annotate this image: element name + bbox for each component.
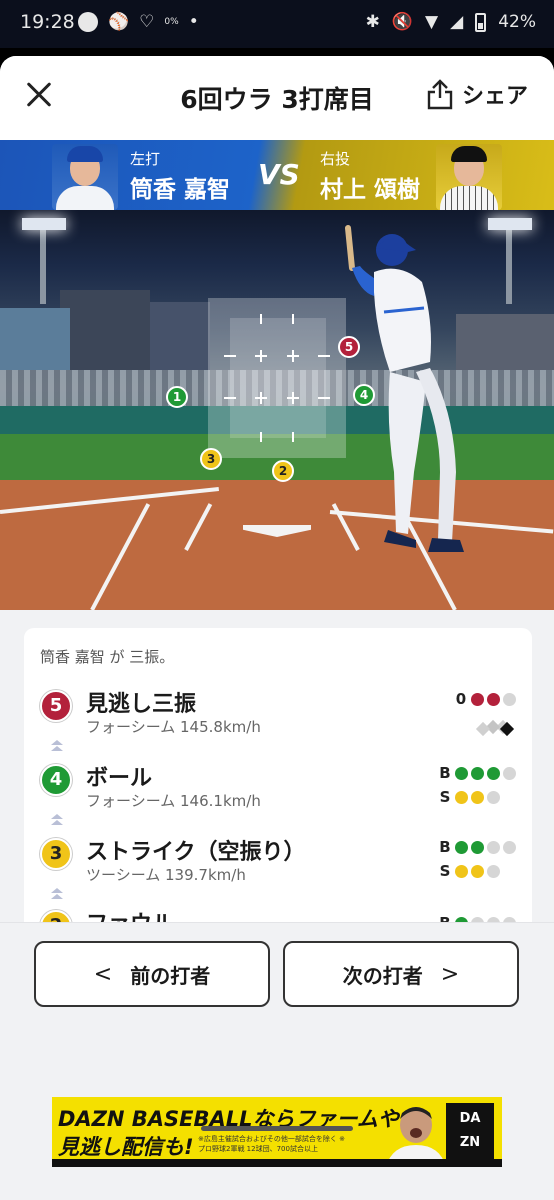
header: 6回ウラ 3打席目 シェア [0,56,554,140]
pitch-result: ストライク（空振り） [86,840,306,865]
batter-figure [345,225,464,552]
ad-person-image [386,1107,446,1167]
pitch-row-5: 5 見逃し三振 フォーシーム 145.8km/h 0 [24,684,532,760]
dazn-logo-top: DA [459,1111,481,1126]
status-time: 19:28 [20,11,75,33]
ad-banner[interactable]: DAZN BASEBALLならファームや 見逃し配信も! ※広島主催試合およびそ… [52,1097,502,1167]
outs-label: 0 [455,690,467,708]
status-bar: 19:28 ⚾ ♡ 0% • ✱ 🔇 ▼ ◢ 42% [0,0,554,48]
pitch-number-badge: 3 [40,838,72,870]
pitch-row-4: 4 ボール フォーシーム 146.1km/h B S [24,758,532,834]
ball-dot [455,766,468,780]
chevron-up-icon [51,740,63,752]
share-icon[interactable] [426,78,454,110]
base-diamond-icon [475,719,516,737]
strike-dot [487,864,500,878]
pitch-marker-4[interactable]: 4 [353,384,375,406]
strike-zone-inner [230,318,326,438]
pitcher-hand: 右投 [320,150,351,168]
wifi-icon: ▼ [425,12,439,32]
vs-label: VS [258,158,300,191]
strike-count: S [438,862,500,880]
strike-label: S [439,862,451,880]
pitch-marker-3[interactable]: 3 [200,448,222,470]
pitch-detail: フォーシーム 146.1km/h [86,792,261,810]
ball-dot [503,840,516,854]
chevron-up-icon [51,814,63,826]
strike-dot [487,790,500,804]
ball-dot [455,840,468,854]
pitch-location-field: 5 1 4 3 2 [0,210,554,610]
ad-fine-print: ※広島主催試合およびその他一部試合を除く ※プロ野球2軍戦 12球団、700試合… [198,1135,345,1153]
ball-label: B [439,838,451,856]
ball-dot [487,766,500,780]
ball-label: B [439,764,451,782]
out-dot [471,692,484,706]
home-indicator[interactable] [201,1126,353,1131]
ball-dot [471,840,484,854]
strike-label: S [439,788,451,806]
next-batter-button[interactable]: 次の打者 > [283,941,519,1007]
at-bat-sheet: 6回ウラ 3打席目 シェア 左打 筒香 嘉智 VS 右投 村上 頌樹 5 1 4… [0,56,554,1200]
mute-icon: 🔇 [391,12,414,32]
dazn-logo-bottom: ZN [459,1135,481,1150]
pitcher-name: 村上 頌樹 [320,177,421,203]
ball-count: B [438,764,516,782]
pitch-detail: ツーシーム 139.7km/h [86,866,246,884]
share-label[interactable]: シェア [462,78,528,110]
previous-batter-label[interactable]: 前の打者 [130,960,210,989]
outs-count: 0 [454,690,516,708]
pitch-result: ボール [86,766,153,791]
strike-dot [471,790,484,804]
share-button[interactable]: シェア [426,78,528,110]
pitch-marker-5[interactable]: 5 [338,336,360,358]
more-dot-icon: • [188,12,199,32]
strike-dot [471,864,484,878]
pitch-marker-1[interactable]: 1 [166,386,188,408]
previous-batter-button[interactable]: < 前の打者 [34,941,270,1007]
battery-icon [475,12,487,32]
bottom-panel: < 前の打者 次の打者 > DAZN BASEBALLならファームや 見逃し配信… [0,922,554,1200]
notification-dot-icon [78,12,98,32]
chevron-up-icon [51,888,63,900]
next-batter-label[interactable]: 次の打者 [343,960,423,989]
pitch-number-badge: 5 [40,690,72,722]
batter-name: 筒香 嘉智 [130,177,231,203]
batter-avatar [52,144,118,210]
bluetooth-icon: ✱ [365,12,380,32]
pitch-number-badge: 4 [40,764,72,796]
strike-dot [455,790,468,804]
strike-dot [455,864,468,878]
pitcher-avatar [436,144,502,210]
data-saver-icon: 0% [164,17,179,27]
ball-dot [503,766,516,780]
chevron-right-icon[interactable]: > [441,962,459,987]
signal-icon: ◢ [450,12,464,32]
pitch-detail: フォーシーム 145.8km/h [86,718,261,736]
out-dot [503,692,516,706]
chevron-left-icon[interactable]: < [94,962,112,987]
notification-icons: ⚾ ♡ 0% • [78,12,199,32]
out-dot [487,692,500,706]
ball-dot [471,766,484,780]
ball-dot [487,840,500,854]
baseball-icon: ⚾ [108,12,130,32]
dazn-logo: DA ZN [446,1103,494,1161]
pitch-row-3: 3 ストライク（空振り） ツーシーム 139.7km/h B S [24,832,532,908]
ball-count: B [438,838,516,856]
play-by-play-card: 筒香 嘉智 が 三振。 5 見逃し三振 フォーシーム 145.8km/h 0 4… [24,628,532,928]
battery-percent: 42% [498,12,536,32]
system-icons: ✱ 🔇 ▼ ◢ 42% [366,12,536,32]
at-bat-summary: 筒香 嘉智 が 三振。 [40,648,175,666]
heart-pulse-icon: ♡ [139,12,155,32]
batter-hand: 左打 [130,150,161,168]
pitch-marker-2[interactable]: 2 [272,460,294,482]
ad-subline[interactable]: 見逃し配信も! [58,1131,194,1161]
strike-count: S [438,788,500,806]
pitch-result: 見逃し三振 [86,692,197,717]
matchup-banner: 左打 筒香 嘉智 VS 右投 村上 頌樹 [0,140,554,210]
